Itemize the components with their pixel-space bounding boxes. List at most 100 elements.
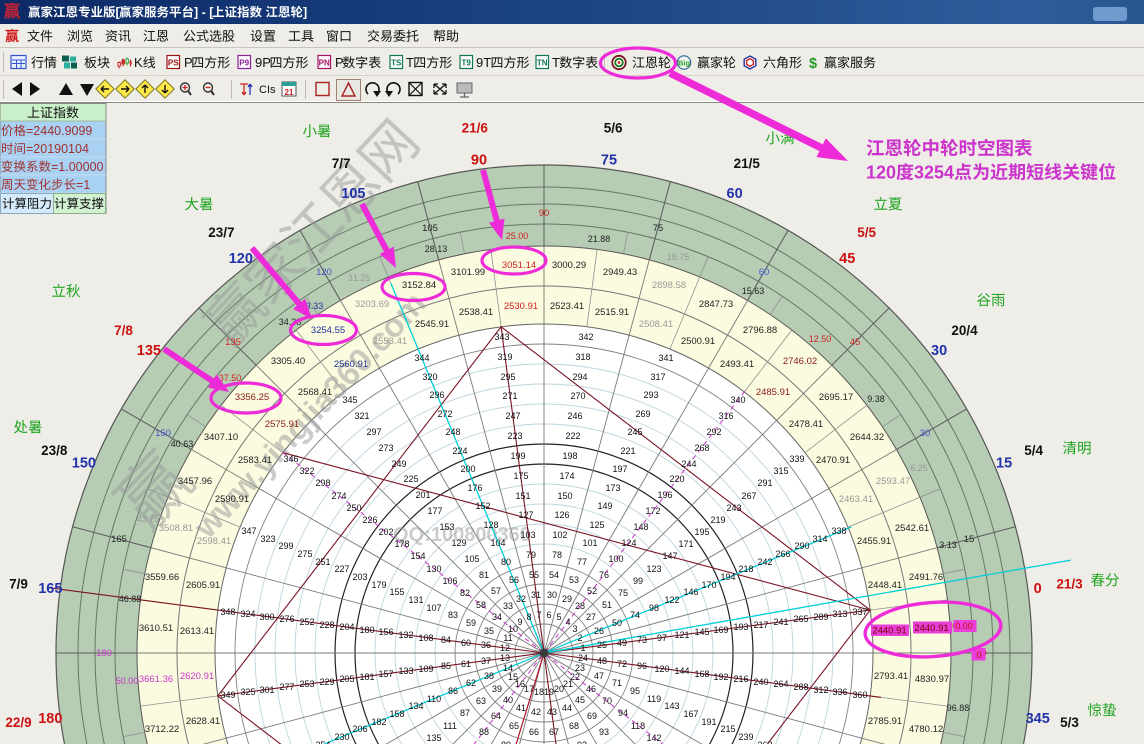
svg-text:5/5: 5/5 [857, 225, 876, 240]
svg-text:174: 174 [559, 471, 574, 481]
svg-text:46: 46 [586, 684, 596, 694]
svg-text:267: 267 [741, 491, 756, 501]
svg-text:K: K [134, 55, 143, 70]
svg-text:88: 88 [479, 727, 489, 737]
svg-text:98: 98 [649, 603, 659, 613]
svg-text:276: 276 [279, 614, 294, 624]
svg-text:151: 151 [515, 491, 530, 501]
svg-text:227: 227 [334, 564, 349, 574]
svg-text:3: 3 [572, 624, 577, 634]
svg-text:79: 79 [526, 550, 536, 560]
svg-text:2847.73: 2847.73 [699, 299, 733, 310]
svg-text:3559.66: 3559.66 [145, 572, 179, 583]
svg-text:85: 85 [441, 661, 451, 671]
svg-text:60: 60 [727, 186, 743, 202]
svg-text:243: 243 [726, 503, 741, 513]
svg-text:65: 65 [509, 721, 519, 731]
svg-text:80: 80 [501, 557, 511, 567]
svg-text:228: 228 [319, 620, 334, 630]
svg-text:30: 30 [920, 428, 931, 439]
svg-text:270: 270 [570, 391, 585, 401]
svg-text:2478.41: 2478.41 [789, 419, 823, 430]
svg-text:44: 44 [562, 703, 572, 713]
svg-text:3508.81: 3508.81 [159, 523, 193, 534]
svg-text:226: 226 [362, 515, 377, 525]
svg-text:52: 52 [587, 586, 597, 596]
svg-text:3712.22: 3712.22 [145, 724, 179, 735]
svg-text:2455.91: 2455.91 [857, 536, 891, 547]
svg-text:239: 239 [738, 732, 753, 742]
svg-text:3356.25: 3356.25 [235, 392, 269, 403]
svg-text:312: 312 [813, 685, 828, 695]
svg-text:51: 51 [602, 600, 612, 610]
svg-text:120: 120 [316, 267, 332, 278]
svg-text:2583.41: 2583.41 [238, 455, 272, 466]
svg-text:69: 69 [587, 711, 597, 721]
svg-text:192: 192 [713, 672, 728, 682]
svg-text:101: 101 [582, 538, 597, 548]
svg-text:336: 336 [832, 687, 847, 697]
svg-text:37.50: 37.50 [219, 373, 242, 383]
svg-text:4: 4 [565, 617, 570, 627]
svg-text:2613.41: 2613.41 [180, 626, 214, 637]
svg-text:3254.55: 3254.55 [311, 325, 345, 336]
svg-text:62: 62 [466, 678, 476, 688]
svg-text:45: 45 [575, 695, 585, 705]
svg-text:49: 49 [617, 638, 627, 648]
svg-text:345: 345 [1026, 711, 1050, 727]
svg-text:31: 31 [531, 590, 541, 600]
svg-text:2746.02: 2746.02 [783, 356, 817, 367]
svg-text:29: 29 [562, 594, 572, 604]
svg-text:197: 197 [612, 464, 627, 474]
svg-text:148: 148 [633, 522, 648, 532]
svg-text:78: 78 [552, 550, 562, 560]
svg-text:6.25: 6.25 [910, 463, 928, 473]
svg-text:223: 223 [507, 431, 522, 441]
svg-text:252: 252 [299, 617, 314, 627]
svg-text:152: 152 [475, 501, 490, 511]
svg-text:P: P [335, 55, 344, 70]
svg-text:0: 0 [976, 650, 981, 661]
svg-text:321: 321 [354, 411, 369, 421]
svg-text:25.00: 25.00 [506, 231, 529, 241]
svg-text:165: 165 [38, 581, 62, 597]
svg-text:15: 15 [996, 456, 1012, 472]
svg-text:345: 345 [342, 395, 357, 405]
svg-text:109: 109 [418, 664, 433, 674]
svg-text:202: 202 [378, 527, 393, 537]
svg-text:8: 8 [526, 612, 531, 622]
svg-text:150: 150 [72, 456, 96, 472]
svg-text:] - [: ] - [ [194, 6, 214, 20]
svg-text:18: 18 [534, 687, 544, 697]
svg-text:55: 55 [529, 570, 539, 580]
svg-text:P9: P9 [239, 59, 249, 68]
svg-text:2628.41: 2628.41 [186, 716, 220, 727]
svg-text:2695.17: 2695.17 [819, 392, 853, 403]
svg-text:295: 295 [500, 372, 515, 382]
svg-text:=1.00000: =1.00000 [51, 160, 104, 174]
svg-text:154: 154 [410, 551, 425, 561]
svg-text:50.00: 50.00 [116, 676, 139, 686]
svg-text:104: 104 [490, 538, 505, 548]
svg-text:248: 248 [445, 427, 460, 437]
svg-text:89: 89 [501, 740, 511, 744]
svg-text:157: 157 [378, 669, 393, 679]
svg-text:59: 59 [466, 618, 476, 628]
svg-text:19: 19 [544, 687, 554, 697]
svg-text:339: 339 [789, 454, 804, 464]
svg-text:105: 105 [422, 223, 438, 234]
svg-text:72: 72 [617, 659, 627, 669]
svg-text:132: 132 [398, 630, 413, 640]
svg-text:181: 181 [359, 672, 374, 682]
svg-text:168: 168 [694, 669, 709, 679]
svg-text:123: 123 [646, 564, 661, 574]
svg-text:348: 348 [220, 607, 235, 617]
svg-text:263: 263 [757, 740, 772, 744]
svg-text:7: 7 [536, 610, 541, 620]
svg-text:46.88: 46.88 [119, 594, 142, 604]
svg-text:3661.36: 3661.36 [139, 674, 173, 685]
svg-text:245: 245 [627, 427, 642, 437]
svg-text:33: 33 [503, 601, 513, 611]
svg-text:90: 90 [539, 208, 550, 219]
svg-text:$: $ [809, 56, 817, 72]
